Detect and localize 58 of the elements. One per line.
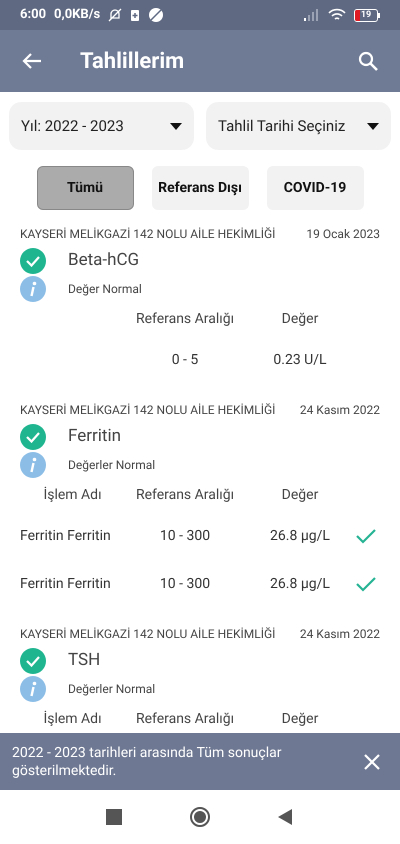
search-button[interactable] bbox=[356, 49, 380, 73]
filter-tab[interactable]: Referans Dışı bbox=[152, 166, 248, 210]
caret-icon bbox=[367, 122, 379, 130]
column-header: Değer bbox=[280, 486, 320, 504]
triangle-icon bbox=[278, 809, 292, 825]
dropdown[interactable]: Tahlil Tarihi Seçiniz bbox=[206, 102, 391, 150]
search-icon bbox=[358, 51, 378, 71]
screen-title: Tahlillerim bbox=[80, 48, 184, 76]
column-header: Referans Aralığı bbox=[134, 710, 236, 728]
back-arrow-icon bbox=[22, 52, 42, 70]
info-icon bbox=[20, 452, 46, 478]
status-time: 6:00 bbox=[20, 6, 46, 24]
info-icon bbox=[20, 276, 46, 302]
column-header: Değer bbox=[280, 710, 320, 728]
check-circle-icon bbox=[20, 424, 46, 450]
table-cell-text: Ferritin Ferritin bbox=[20, 574, 112, 594]
snackbar-message: 2022 - 2023 tarihleri arasında Tüm sonuçlar gösterilmektedir. bbox=[12, 744, 282, 780]
status-text: Değer Normal bbox=[68, 281, 142, 298]
battery-saver-icon bbox=[130, 8, 140, 22]
status-text: Değerler Normal bbox=[68, 681, 156, 698]
column-header: Referans Aralığı bbox=[134, 310, 236, 328]
test-name: TSH bbox=[68, 649, 100, 672]
test-name: Beta-hCG bbox=[68, 249, 140, 272]
battery-icon: 19 bbox=[354, 8, 380, 22]
status-text: Değerler Normal bbox=[68, 457, 156, 474]
table-cell-text: 0.23 U/L bbox=[272, 350, 328, 370]
test-name: Ferritin bbox=[68, 425, 121, 448]
network-speed: 0,0KB/s bbox=[54, 6, 100, 24]
filter-tab[interactable]: Tümü bbox=[36, 166, 134, 210]
table-cell-text: 26.8 µg/L bbox=[269, 574, 331, 594]
dropdown[interactable]: Yıl: 2022 - 2023 bbox=[9, 102, 194, 150]
wifi-icon bbox=[328, 8, 346, 22]
column-header: Referans Aralığı bbox=[134, 486, 236, 504]
bell-off-icon bbox=[108, 8, 122, 22]
table-cell-text: 26.8 µg/L bbox=[269, 526, 331, 546]
result-date: 24 Kasım 2022 bbox=[300, 626, 380, 643]
institution-name: KAYSERİ MELİKGAZİ 142 NOLU AİLE HEKİMLİĞİ bbox=[20, 226, 276, 243]
table-cell-text: 10 - 300 bbox=[158, 526, 212, 546]
column-header: Değer bbox=[280, 310, 320, 328]
circle-icon bbox=[148, 7, 164, 23]
signal-icon bbox=[304, 9, 320, 21]
home-button[interactable] bbox=[190, 807, 210, 827]
check-circle-icon bbox=[20, 248, 46, 274]
result-date: 19 Ocak 2023 bbox=[306, 226, 380, 243]
table-cell-text: 10 - 300 bbox=[158, 574, 212, 594]
institution-name: KAYSERİ MELİKGAZİ 142 NOLU AİLE HEKİMLİĞİ bbox=[20, 626, 276, 643]
table-cell-text: Ferritin Ferritin bbox=[20, 526, 112, 546]
result-date: 24 Kasım 2022 bbox=[300, 402, 380, 419]
table-cell-text: 0 - 5 bbox=[170, 350, 200, 370]
close-icon bbox=[364, 754, 380, 770]
column-header: İşlem Adı bbox=[42, 710, 103, 728]
filter-tab[interactable]: COVID-19 bbox=[266, 166, 364, 210]
check-circle-icon bbox=[20, 648, 46, 674]
institution-name: KAYSERİ MELİKGAZİ 142 NOLU AİLE HEKİMLİĞİ bbox=[20, 402, 276, 419]
column-header: İşlem Adı bbox=[42, 486, 103, 504]
caret-icon bbox=[170, 122, 182, 130]
back-nav-button[interactable] bbox=[278, 809, 294, 825]
info-icon bbox=[20, 676, 46, 702]
